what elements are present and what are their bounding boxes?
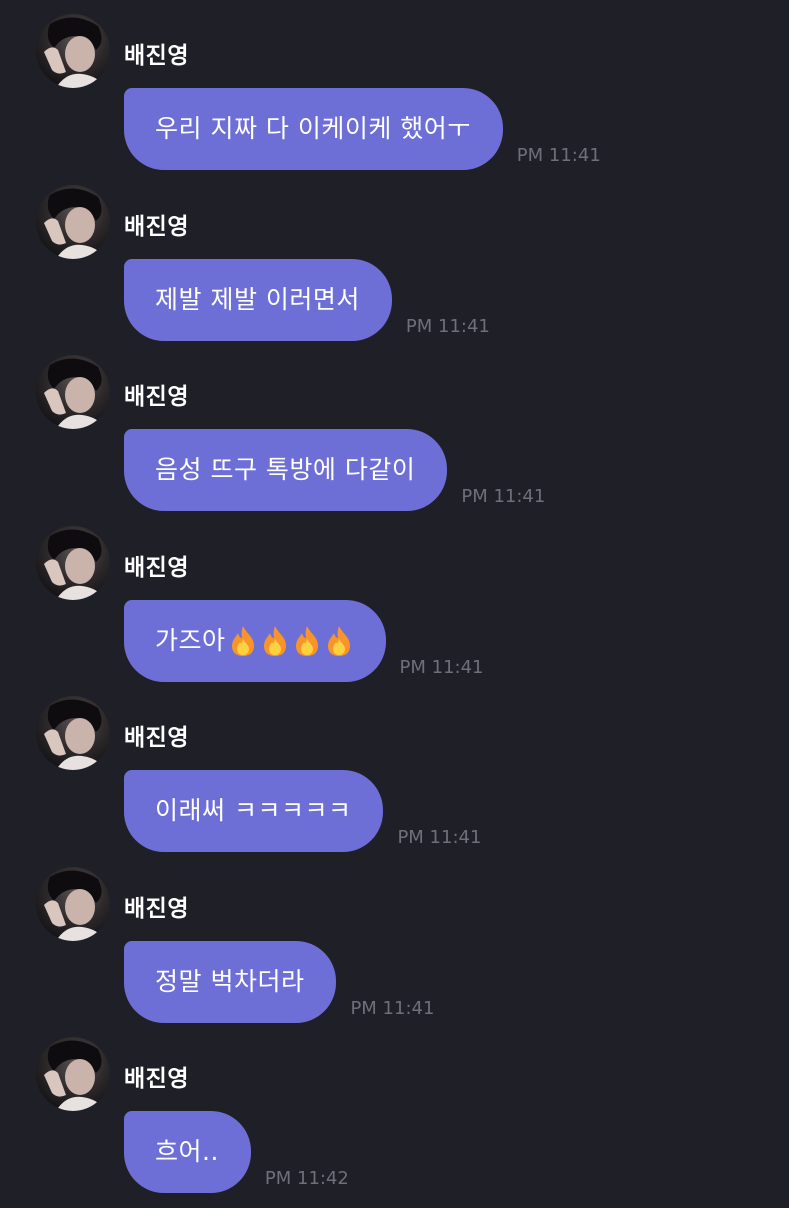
message-text: 이래써 ㅋㅋㅋㅋㅋ [155, 796, 352, 825]
bubble-row: 가즈아 PM 11:41 [124, 599, 484, 682]
fire-icon [327, 625, 350, 656]
chat-message: 배진영 음성 뜨구 톡방에 다같이 PM 11:41 [0, 355, 789, 526]
message-bubble[interactable]: 우리 지짜 다 이케이케 했어ㅜ [124, 88, 503, 170]
message-timestamp: PM 11:42 [264, 1168, 349, 1189]
message-bubble[interactable]: 정말 벅차더라 [124, 940, 337, 1023]
profile-photo [44, 528, 106, 600]
fire-icon [295, 625, 318, 656]
profile-photo [44, 358, 106, 429]
avatar[interactable] [36, 696, 110, 770]
bubble-row: 이래써 ㅋㅋㅋㅋㅋ PM 11:41 [124, 770, 481, 852]
avatar[interactable] [36, 866, 110, 941]
message-bubble[interactable]: 제발 제발 이러면서 [124, 258, 392, 341]
profile-photo [44, 187, 106, 259]
chat-message: 배진영 가즈아 PM 11:41 [0, 525, 789, 697]
avatar[interactable] [36, 355, 110, 429]
sender-name: 배진영 [124, 384, 189, 410]
message-bubble[interactable]: 음성 뜨구 톡방에 다같이 [124, 429, 448, 511]
message-text: 음성 뜨구 톡방에 다같이 [155, 455, 416, 484]
message-text: 우리 지짜 다 이케이케 했어ㅜ [155, 114, 471, 143]
message-text: 가즈아 [155, 625, 226, 655]
fire-icon [231, 625, 254, 656]
bubble-row: 제발 제발 이러면서 PM 11:41 [124, 258, 490, 341]
sender-name: 배진영 [124, 554, 189, 581]
bubble-row: 흐어.. PM 11:42 [124, 1111, 349, 1193]
message-timestamp: PM 11:41 [399, 656, 484, 678]
message-text: 정말 벅차더라 [155, 966, 305, 996]
chat-message-list: 배진영 우리 지짜 다 이케이케 했어ㅜ PM 11:41 배진영 제발 제발 … [0, 14, 789, 1208]
message-bubble[interactable]: 가즈아 [124, 599, 386, 682]
chat-message: 배진영 이래써 ㅋㅋㅋㅋㅋ PM 11:41 [0, 696, 789, 867]
bubble-row: 음성 뜨구 톡방에 다같이 PM 11:41 [124, 429, 545, 511]
message-timestamp: PM 11:41 [397, 827, 482, 848]
avatar[interactable] [36, 184, 110, 259]
sender-name: 배진영 [124, 895, 189, 922]
bubble-row: 정말 벅차더라 PM 11:41 [124, 940, 435, 1023]
chat-message: 배진영 우리 지짜 다 이케이케 했어ㅜ PM 11:41 [0, 14, 789, 185]
profile-photo [44, 1040, 106, 1111]
sender-name: 배진영 [124, 725, 189, 751]
profile-photo [44, 699, 106, 770]
avatar[interactable] [36, 14, 110, 88]
chat-message: 배진영 흐어.. PM 11:42 [0, 1037, 789, 1208]
profile-photo [44, 17, 106, 88]
message-text: 흐어.. [155, 1137, 219, 1166]
sender-name: 배진영 [124, 213, 189, 240]
avatar[interactable] [36, 525, 110, 600]
sender-name: 배진영 [124, 1066, 189, 1092]
message-bubble[interactable]: 이래써 ㅋㅋㅋㅋㅋ [124, 770, 384, 852]
message-timestamp: PM 11:41 [350, 997, 435, 1019]
message-timestamp: PM 11:41 [405, 315, 490, 337]
avatar[interactable] [36, 1037, 110, 1111]
bubble-row: 우리 지짜 다 이케이케 했어ㅜ PM 11:41 [124, 88, 601, 170]
chat-message: 배진영 정말 벅차더라 PM 11:41 [0, 866, 789, 1038]
message-text: 제발 제발 이러면서 [155, 284, 360, 314]
chat-message: 배진영 제발 제발 이러면서 PM 11:41 [0, 184, 789, 356]
message-timestamp: PM 11:41 [516, 145, 601, 166]
sender-name: 배진영 [124, 43, 189, 69]
fire-icon [263, 625, 286, 656]
message-timestamp: PM 11:41 [461, 486, 546, 507]
profile-photo [44, 869, 106, 941]
message-bubble[interactable]: 흐어.. [124, 1111, 251, 1193]
